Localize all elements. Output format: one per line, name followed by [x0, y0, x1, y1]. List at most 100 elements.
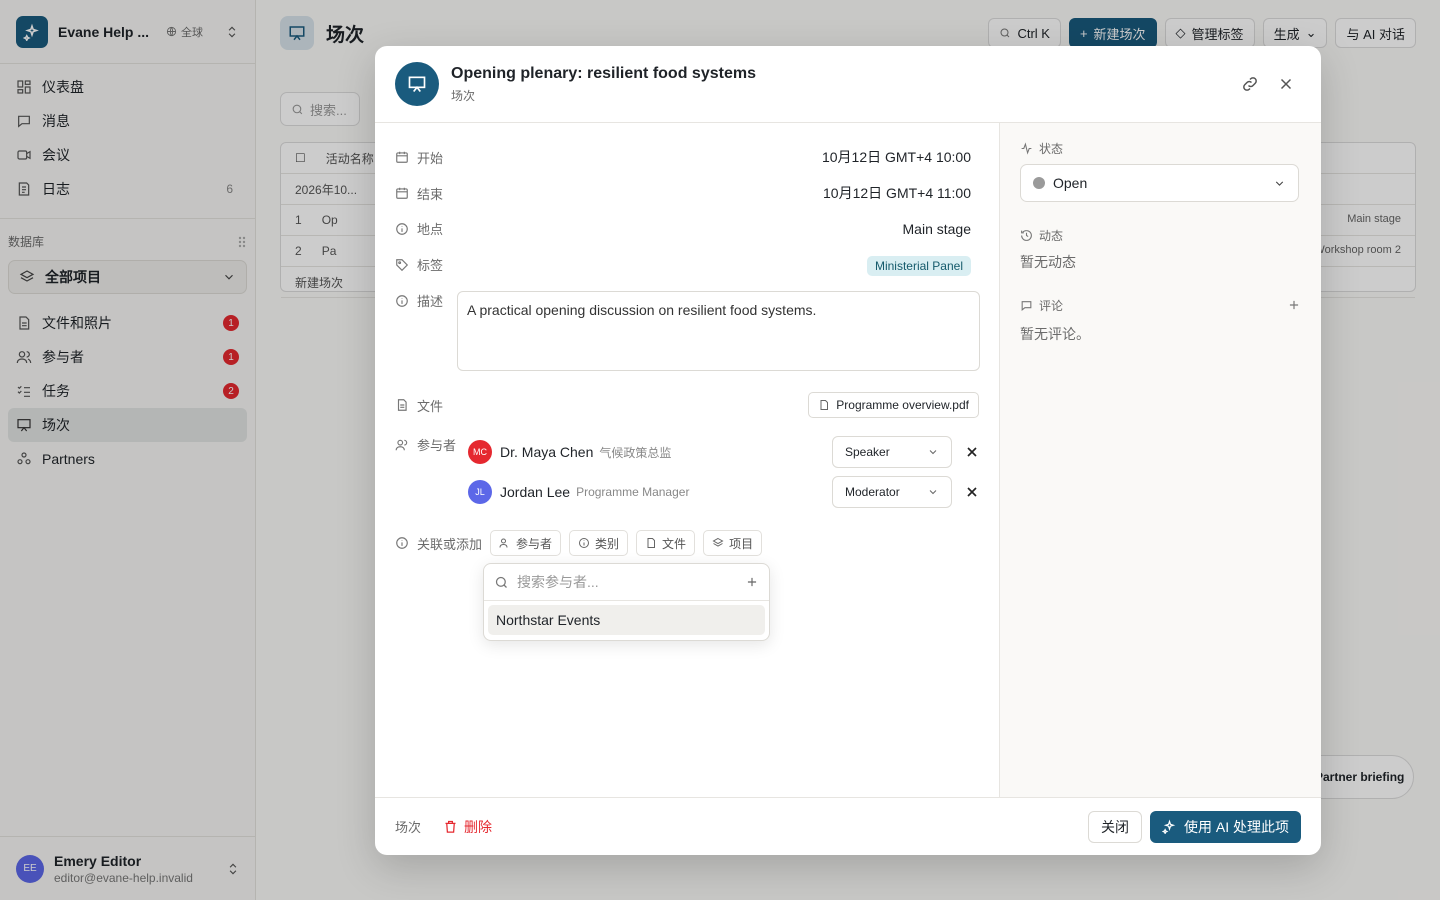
chevron-down-icon: [1275, 180, 1284, 186]
plus-icon[interactable]: [745, 575, 759, 589]
field-start: 开始 10月12日 GMT+4 10:00: [395, 147, 979, 167]
label-text: 结束: [417, 186, 444, 202]
field-end: 结束 10月12日 GMT+4 11:00: [395, 183, 979, 203]
link-chip-label: 参与者: [516, 536, 553, 551]
side-panel: 状态 Open 动态 暂无动态 评论 暂无评论。: [1000, 123, 1321, 797]
role-select-value: Moderator: [845, 485, 900, 499]
field-label-link: 关联或添加: [395, 534, 482, 553]
file-attachment[interactable]: Programme overview.pdf: [808, 392, 979, 418]
field-label-end: 结束: [395, 184, 495, 203]
modal-body: 开始 10月12日 GMT+4 10:00 结束 10月12日 GMT+4 11…: [375, 123, 1321, 797]
participant-option[interactable]: Northstar Events: [488, 605, 765, 635]
participant-name[interactable]: Jordan Lee: [500, 484, 570, 500]
close-button[interactable]: 关闭: [1087, 810, 1142, 843]
label-text: 开始: [417, 150, 444, 166]
field-file: 文件 Programme overview.pdf: [395, 392, 979, 418]
modal-titles: Opening plenary: resilient food systems …: [451, 65, 756, 104]
role-select[interactable]: Moderator: [832, 476, 952, 508]
location-value[interactable]: Main stage: [903, 221, 971, 237]
modal-title: Opening plenary: resilient food systems: [451, 64, 756, 82]
comment-icon: [1021, 301, 1032, 311]
label-text: 动态: [1039, 229, 1064, 243]
info-icon: [396, 537, 408, 549]
chevron-down-icon: [929, 450, 937, 455]
link-chip-label: 文件: [662, 536, 687, 551]
file-name: Programme overview.pdf: [836, 398, 969, 412]
link-chip-label: 项目: [729, 536, 754, 551]
label-text: 评论: [1039, 299, 1064, 313]
users-icon: [499, 538, 508, 548]
activity-icon: [1021, 142, 1032, 155]
link-category-button[interactable]: 类别: [569, 530, 629, 556]
delete-label: 删除: [464, 818, 493, 835]
modal-header: Opening plenary: resilient food systems …: [375, 46, 1321, 123]
participant-row: MC Dr. Maya Chen 气候政策总监 Speaker: [468, 436, 980, 468]
close-icon[interactable]: [1277, 75, 1295, 93]
link-file-button[interactable]: 文件: [636, 530, 696, 556]
label-text: 文件: [417, 398, 444, 414]
tag-icon: [396, 258, 409, 271]
role-select-value: Speaker: [845, 445, 890, 459]
modal-actions: [1241, 75, 1301, 93]
role-select[interactable]: Speaker: [832, 436, 952, 468]
file-list: Programme overview.pdf: [808, 392, 979, 418]
activity-empty: 暂无动态: [1020, 254, 1076, 270]
ai-process-button[interactable]: 使用 AI 处理此项: [1149, 810, 1301, 843]
avatar: JL: [468, 480, 492, 504]
tag-chip[interactable]: Ministerial Panel: [866, 255, 971, 276]
field-location: 地点 Main stage: [395, 219, 979, 238]
users-icon: [395, 439, 408, 450]
file-icon: [647, 538, 656, 548]
chevron-down-icon: [929, 490, 937, 495]
file-icon: [820, 400, 829, 410]
field-label-file: 文件: [395, 396, 495, 415]
info-icon: [396, 222, 408, 235]
avatar: MC: [468, 440, 492, 464]
participant-name[interactable]: Dr. Maya Chen: [500, 444, 593, 460]
field-tags: 标签 Ministerial Panel: [395, 255, 979, 276]
status-select[interactable]: Open: [1020, 164, 1299, 202]
field-label-start: 开始: [395, 148, 495, 167]
comments-empty: 暂无评论。: [1020, 326, 1090, 342]
ai-process-label: 使用 AI 处理此项: [1183, 818, 1289, 835]
search-icon: [495, 576, 507, 588]
link-project-button[interactable]: 项目: [703, 530, 763, 556]
footer-type-label: 场次: [395, 820, 422, 835]
remove-participant-icon[interactable]: [964, 444, 980, 460]
activity-label: 动态: [1020, 227, 1063, 244]
calendar-icon: [396, 151, 408, 163]
delete-button[interactable]: 删除: [443, 817, 492, 837]
sparkle-icon: [1161, 819, 1176, 834]
participant-title: 气候政策总监: [599, 445, 672, 460]
participant-search-input[interactable]: 搜索参与者...: [484, 564, 769, 601]
description-textarea[interactable]: A practical opening discussion on resili…: [457, 291, 980, 371]
search-placeholder: 搜索参与者...: [517, 574, 599, 590]
file-icon: [397, 399, 407, 411]
add-comment-icon[interactable]: [1287, 298, 1301, 312]
session-detail-modal: Opening plenary: resilient food systems …: [375, 46, 1321, 855]
label-text: 地点: [417, 222, 444, 237]
link-icon[interactable]: [1241, 75, 1259, 93]
history-icon: [1021, 230, 1032, 241]
link-or-add-row: 关联或添加 参与者 类别 文件 项目: [395, 530, 763, 556]
start-value[interactable]: 10月12日 GMT+4 10:00: [822, 147, 971, 167]
info-icon: [579, 538, 590, 548]
detail-fields: 开始 10月12日 GMT+4 10:00 结束 10月12日 GMT+4 11…: [375, 123, 1000, 797]
layers-icon: [712, 537, 724, 547]
field-label-location: 地点: [395, 219, 495, 238]
tag-list: Ministerial Panel: [866, 255, 971, 276]
presentation-icon: [395, 62, 439, 106]
label-text: 描述: [417, 294, 444, 309]
participant-row: JL Jordan Lee Programme Manager Moderato…: [468, 476, 980, 508]
modal-subtitle: 场次: [451, 88, 476, 103]
link-chip-label: 类别: [595, 536, 620, 551]
remove-participant-icon[interactable]: [964, 484, 980, 500]
info-icon: [396, 294, 408, 307]
status-label: 状态: [1020, 140, 1063, 157]
link-participant-button[interactable]: 参与者: [490, 530, 562, 556]
label-text: 参与者: [417, 438, 457, 453]
participant-title: Programme Manager: [576, 485, 690, 499]
modal-footer: 场次 删除 关闭 使用 AI 处理此项: [375, 797, 1321, 855]
status-dot: [1033, 177, 1045, 189]
end-value[interactable]: 10月12日 GMT+4 11:00: [823, 183, 971, 203]
